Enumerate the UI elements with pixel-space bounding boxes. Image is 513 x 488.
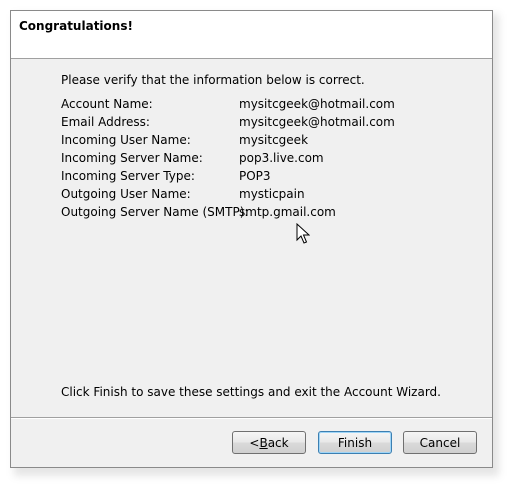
info-value: mysitcgeek [239, 133, 309, 147]
finish-button[interactable]: Finish [318, 431, 392, 454]
info-value: POP3 [239, 169, 271, 183]
back-button-label: ack [267, 435, 289, 450]
info-label: Incoming Server Name: [61, 151, 203, 165]
wizard-header: Congratulations! [11, 11, 492, 59]
back-button[interactable]: < Back [232, 431, 306, 454]
mouse-pointer-icon [296, 223, 310, 244]
info-value: pop3.live.com [239, 151, 324, 165]
info-label: Incoming User Name: [61, 133, 191, 147]
info-label: Incoming Server Type: [61, 169, 195, 183]
info-value: smtp.gmail.com [239, 205, 336, 219]
info-label: Outgoing User Name: [61, 187, 191, 201]
divider [11, 417, 492, 419]
info-label: Outgoing Server Name (SMTP): [61, 205, 249, 219]
info-label: Account Name: [61, 97, 153, 111]
page-title: Congratulations! [19, 19, 133, 33]
account-wizard-dialog: Congratulations! Please verify that the … [10, 10, 493, 468]
info-label: Email Address: [61, 115, 150, 129]
info-value: mysitcgeek@hotmail.com [239, 115, 395, 129]
info-value: mysticpain [239, 187, 305, 201]
cancel-button[interactable]: Cancel [403, 431, 477, 454]
info-value: mysitcgeek@hotmail.com [239, 97, 395, 111]
back-button-accelerator: B [259, 435, 268, 450]
back-button-prefix: < [249, 435, 260, 450]
verify-instructions: Please verify that the information below… [61, 73, 365, 87]
finish-instructions: Click Finish to save these settings and … [61, 385, 441, 399]
